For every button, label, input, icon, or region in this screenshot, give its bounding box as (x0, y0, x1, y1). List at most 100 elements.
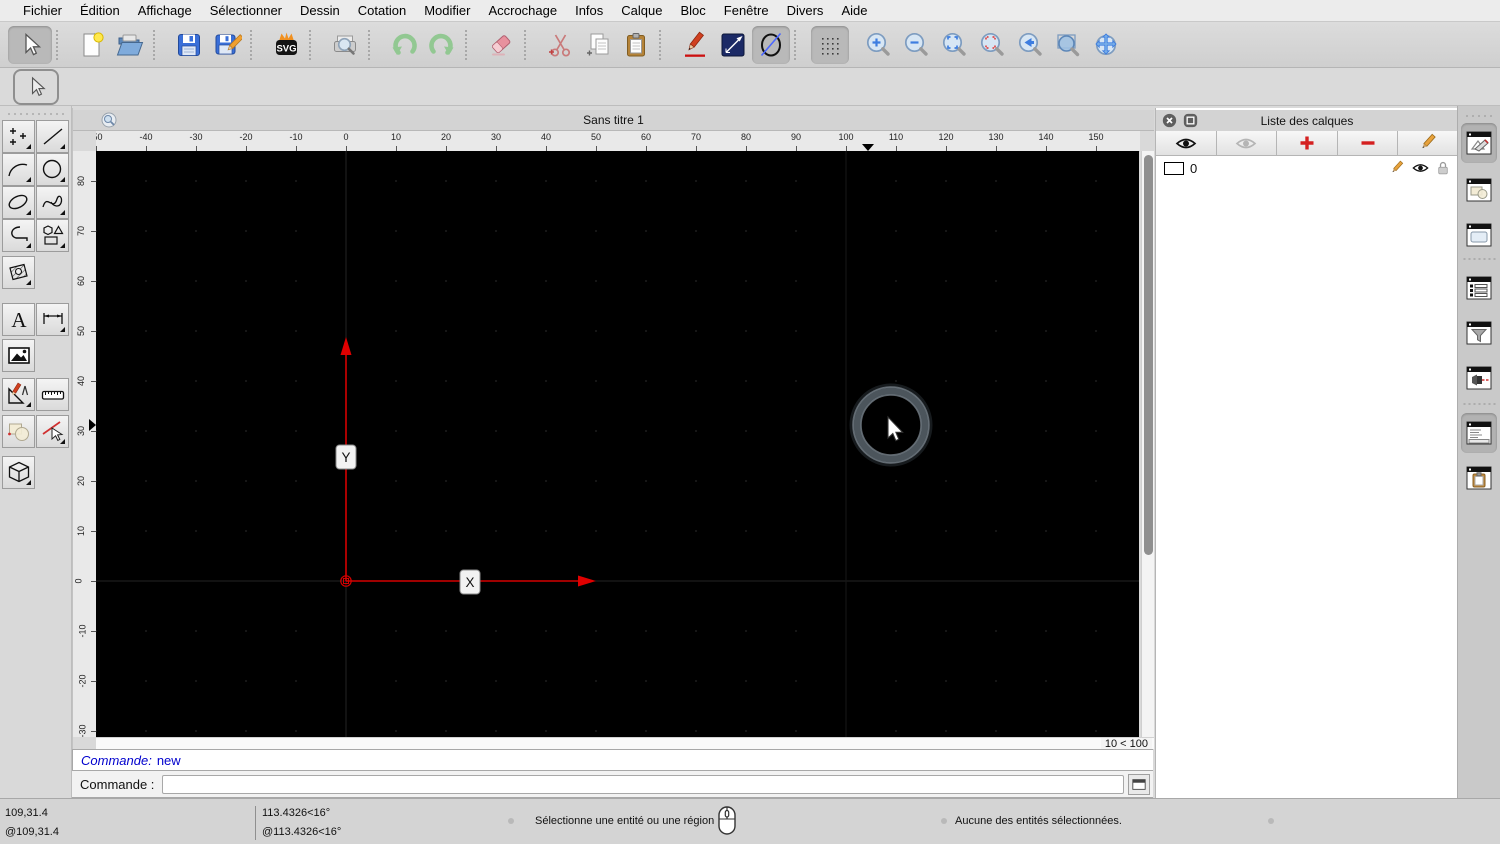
command-dock-button[interactable] (1128, 773, 1151, 795)
zoom-out-icon (904, 32, 928, 56)
zoom-pan-button[interactable] (1087, 26, 1125, 64)
measure-tool-button[interactable] (36, 378, 69, 411)
drawing-window-titlebar[interactable]: Sans titre 1 (73, 110, 1154, 131)
layer-row[interactable]: 0 (1156, 157, 1458, 179)
spline-tool-button[interactable] (36, 186, 69, 219)
dock-drag-handle[interactable] (1464, 114, 1496, 118)
menu-item[interactable]: Édition (71, 3, 129, 18)
print-preview-button[interactable] (326, 26, 364, 64)
modify-tools-button[interactable] (2, 378, 35, 411)
zoom-previous-button[interactable] (973, 26, 1011, 64)
menu-item[interactable]: Aide (832, 3, 876, 18)
menu-item[interactable]: Infos (566, 3, 612, 18)
layer-edit-pencil-icon[interactable] (1389, 160, 1405, 176)
vertical-scrollbar-thumb[interactable] (1144, 155, 1153, 555)
layer-color-swatch[interactable] (1164, 161, 1184, 175)
text-tool-button[interactable]: A (2, 303, 35, 336)
show-all-layers-button[interactable] (1156, 131, 1217, 156)
svg-text:X: X (465, 575, 474, 590)
save-button[interactable] (170, 26, 208, 64)
grid-toggle-button[interactable] (811, 25, 849, 64)
menu-item[interactable]: Divers (778, 3, 833, 18)
menu-item[interactable]: Modifier (415, 3, 479, 18)
pen-wizard-dock-button[interactable] (1461, 358, 1497, 398)
entity-list-dock-button[interactable] (1461, 268, 1497, 308)
block-list-dock-button[interactable] (1461, 170, 1497, 210)
add-layer-button[interactable] (1277, 131, 1338, 156)
zoom-window-button[interactable] (1049, 26, 1087, 64)
copy-button[interactable] (579, 26, 617, 64)
menu-item[interactable]: Fichier (14, 3, 71, 18)
paste-button[interactable] (617, 26, 655, 64)
clipboard-dock-button[interactable] (1461, 458, 1497, 498)
layer-visibility-eye-icon[interactable] (1411, 161, 1430, 175)
vertical-scrollbar[interactable] (1141, 151, 1154, 737)
horizontal-scrollbar[interactable]: 10 < 100 (96, 737, 1154, 750)
command-line-dock-button[interactable] (1461, 413, 1497, 453)
menu-item[interactable]: Accrochage (479, 3, 566, 18)
command-input[interactable] (162, 774, 1125, 794)
entity-list-window-icon (1466, 276, 1492, 300)
dimension-icon (42, 312, 65, 332)
polygon-tool-button[interactable] (36, 219, 69, 252)
menu-item[interactable]: Fenêtre (715, 3, 778, 18)
library-browser-dock-button[interactable] (1461, 215, 1497, 255)
tool-options-toolbar (0, 68, 1500, 106)
order-tool-button[interactable] (2, 415, 35, 448)
polyline-tool-button[interactable] (2, 219, 35, 252)
menu-item[interactable]: Calque (612, 3, 671, 18)
polygon-shapes-icon (42, 224, 65, 248)
mouse-hint-icon (718, 806, 736, 835)
layer-list-dock-button[interactable] (1461, 123, 1497, 163)
arc-tool-button[interactable] (2, 153, 35, 186)
line-tool-palette-button[interactable] (36, 120, 69, 153)
circle-tool-palette-button[interactable] (36, 153, 69, 186)
circle-tool-button[interactable] (752, 25, 790, 64)
menu-item[interactable]: Bloc (671, 3, 714, 18)
menu-item[interactable]: Cotation (349, 3, 415, 18)
dimension-tool-button[interactable] (36, 303, 69, 336)
zoom-auto-button[interactable] (935, 26, 973, 64)
float-panel-icon[interactable] (1183, 113, 1198, 128)
ellipse-tool-button[interactable] (2, 186, 35, 219)
delete-button[interactable] (482, 26, 520, 64)
menu-item[interactable]: Sélectionner (201, 3, 291, 18)
menu-item[interactable]: Dessin (291, 3, 349, 18)
command-input-row: Commande : (72, 771, 1153, 798)
zoom-back-icon (1018, 32, 1042, 56)
undo-button[interactable] (385, 26, 423, 64)
drawing-canvas[interactable]: Y X (95, 151, 1139, 737)
close-icon[interactable] (1162, 113, 1177, 128)
selection-pointer-button[interactable] (13, 68, 59, 105)
redo-button[interactable] (423, 26, 461, 64)
select-tool-button[interactable] (8, 25, 52, 64)
zoom-redraw-button[interactable] (1011, 26, 1049, 64)
menu-item[interactable]: Affichage (129, 3, 201, 18)
block-tool-button[interactable] (2, 456, 35, 489)
ruler-label: 10 (76, 525, 87, 537)
entity-filter-dock-button[interactable] (1461, 313, 1497, 353)
arc-icon (7, 163, 31, 182)
line-tool-button[interactable] (714, 26, 752, 64)
select-entity-button[interactable] (36, 415, 69, 448)
eye-icon (1175, 138, 1197, 148)
open-document-button[interactable] (111, 26, 149, 64)
hatch-tool-button[interactable] (2, 256, 35, 289)
image-tool-button[interactable] (2, 339, 35, 372)
pen-attributes-button[interactable] (676, 26, 714, 64)
zoom-in-button[interactable] (859, 26, 897, 64)
palette-drag-handle[interactable] (6, 112, 64, 116)
image-icon (7, 346, 30, 364)
layer-lock-icon[interactable] (1436, 160, 1450, 176)
export-svg-button[interactable]: SVG (267, 26, 305, 64)
edit-layer-button[interactable] (1398, 131, 1458, 156)
hide-all-layers-button[interactable] (1216, 131, 1278, 156)
open-folder-icon (116, 34, 144, 55)
remove-layer-button[interactable] (1337, 131, 1399, 156)
save-as-button[interactable] (208, 26, 246, 64)
zoom-out-button[interactable] (897, 26, 935, 64)
cut-button[interactable] (541, 26, 579, 64)
ruler-label: -10 (77, 624, 88, 638)
points-tool-button[interactable] (2, 120, 35, 153)
new-document-button[interactable] (73, 26, 111, 64)
